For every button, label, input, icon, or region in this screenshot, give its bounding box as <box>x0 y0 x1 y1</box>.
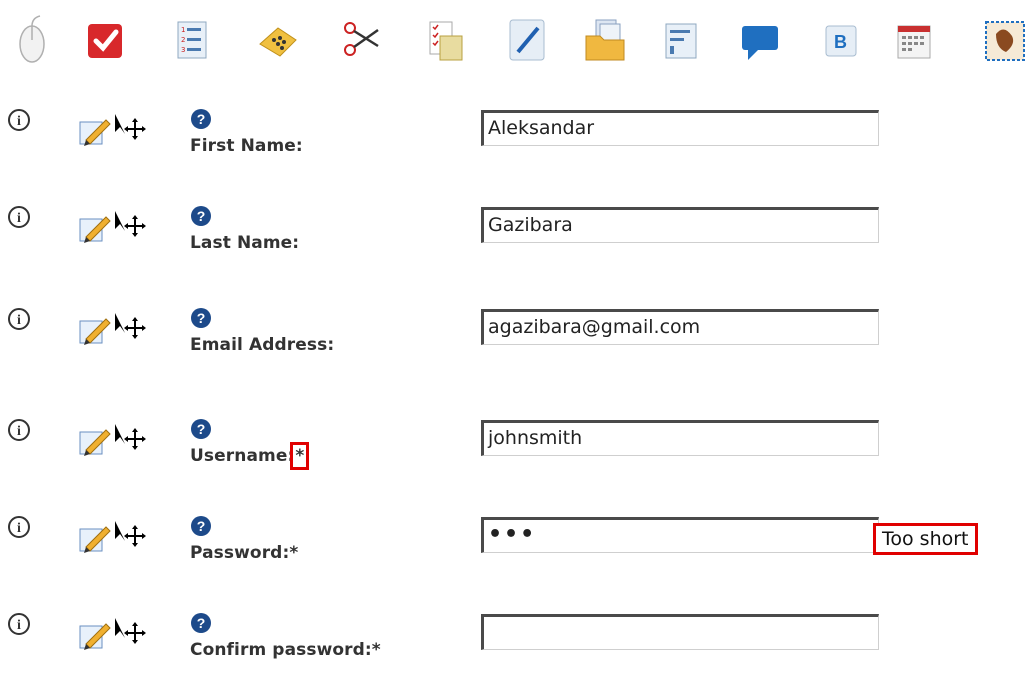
dotted-tag-icon[interactable] <box>256 14 300 66</box>
move-icon[interactable] <box>113 616 149 646</box>
password-label: Password:* <box>190 543 298 563</box>
move-icon[interactable] <box>113 311 149 341</box>
help-icon[interactable]: ? <box>190 108 212 130</box>
toolbar: 1 2 3 B <box>0 0 1026 84</box>
info-icon[interactable]: i <box>7 205 35 233</box>
svg-text:3: 3 <box>181 46 185 54</box>
form-row-password: i ? Password:* ••• Too short <box>0 515 1026 595</box>
email-label: Email Address: <box>190 335 334 355</box>
move-icon[interactable] <box>113 519 149 549</box>
username-label-text: Username: <box>190 446 295 466</box>
form-row-confirm-password: i ? Confirm password:* <box>0 612 1026 692</box>
move-icon[interactable] <box>113 209 149 239</box>
stamp-icon[interactable] <box>982 14 1026 66</box>
required-asterisk: * <box>290 442 310 470</box>
document-icon[interactable] <box>660 14 704 66</box>
svg-text:i: i <box>17 211 21 226</box>
form-row-last-name: i ? Last Name: Gazibara <box>0 205 1026 285</box>
confirm-password-input[interactable] <box>481 614 879 650</box>
info-icon[interactable]: i <box>7 515 35 543</box>
svg-text:?: ? <box>197 421 206 437</box>
last-name-label-text: Last Name: <box>190 233 300 253</box>
help-icon[interactable]: ? <box>190 515 212 537</box>
edit-icon[interactable] <box>78 213 112 245</box>
first-name-input[interactable]: Aleksandar <box>481 110 879 146</box>
svg-text:i: i <box>17 313 21 328</box>
svg-text:B: B <box>834 32 847 52</box>
username-label: Username:* <box>190 442 310 470</box>
last-name-label: Last Name: <box>190 233 299 253</box>
edit-icon[interactable] <box>78 523 112 555</box>
password-input[interactable]: ••• <box>481 517 879 553</box>
calendar-icon[interactable] <box>892 14 936 66</box>
move-icon[interactable] <box>113 112 149 142</box>
info-icon[interactable]: i <box>7 418 35 446</box>
confirm-password-label: Confirm password:* <box>190 640 381 660</box>
info-icon[interactable]: i <box>7 612 35 640</box>
password-validation-message: Too short <box>873 523 978 555</box>
info-icon[interactable]: i <box>7 108 35 136</box>
svg-text:?: ? <box>197 208 206 224</box>
svg-text:2: 2 <box>181 36 185 44</box>
mouse-icon[interactable] <box>10 14 54 66</box>
email-label-text: Email Address: <box>190 335 335 355</box>
svg-text:?: ? <box>197 518 206 534</box>
last-name-input[interactable]: Gazibara <box>481 207 879 243</box>
help-icon[interactable]: ? <box>190 307 212 329</box>
pencil-note-icon[interactable] <box>506 14 550 66</box>
scissors-icon[interactable] <box>340 14 384 66</box>
info-icon[interactable]: i <box>7 307 35 335</box>
svg-text:?: ? <box>197 615 206 631</box>
svg-text:1: 1 <box>181 26 185 34</box>
help-icon[interactable]: ? <box>190 418 212 440</box>
folder-files-icon[interactable] <box>584 14 628 66</box>
numbered-list-icon[interactable]: 1 2 3 <box>172 14 216 66</box>
form-row-email: i ? Email Address: agazibara@gmail.com <box>0 307 1026 387</box>
checkbox-icon[interactable] <box>84 14 128 66</box>
password-label-text: Password:* <box>190 543 299 563</box>
checklist-icon[interactable] <box>424 14 468 66</box>
edit-icon[interactable] <box>78 116 112 148</box>
move-icon[interactable] <box>113 422 149 452</box>
username-input[interactable]: johnsmith <box>481 420 879 456</box>
edit-icon[interactable] <box>78 426 112 458</box>
svg-text:i: i <box>17 424 21 439</box>
edit-icon[interactable] <box>78 315 112 347</box>
edit-icon[interactable] <box>78 620 112 652</box>
first-name-label: First Name: <box>190 136 303 156</box>
form-row-first-name: i ? First Name: Aleksandar <box>0 108 1026 188</box>
svg-text:?: ? <box>197 111 206 127</box>
svg-text:?: ? <box>197 310 206 326</box>
help-icon[interactable]: ? <box>190 612 212 634</box>
confirm-password-label-text: Confirm password:* <box>190 640 381 660</box>
svg-text:i: i <box>17 114 21 129</box>
svg-text:i: i <box>17 618 21 633</box>
help-icon[interactable]: ? <box>190 205 212 227</box>
bold-b-icon[interactable]: B <box>820 14 864 66</box>
first-name-label-text: First Name: <box>190 136 303 156</box>
speech-bubble-icon[interactable] <box>738 14 782 66</box>
email-input[interactable]: agazibara@gmail.com <box>481 309 879 345</box>
form-row-username: i ? Username:* johnsmith <box>0 418 1026 498</box>
svg-text:i: i <box>17 521 21 536</box>
